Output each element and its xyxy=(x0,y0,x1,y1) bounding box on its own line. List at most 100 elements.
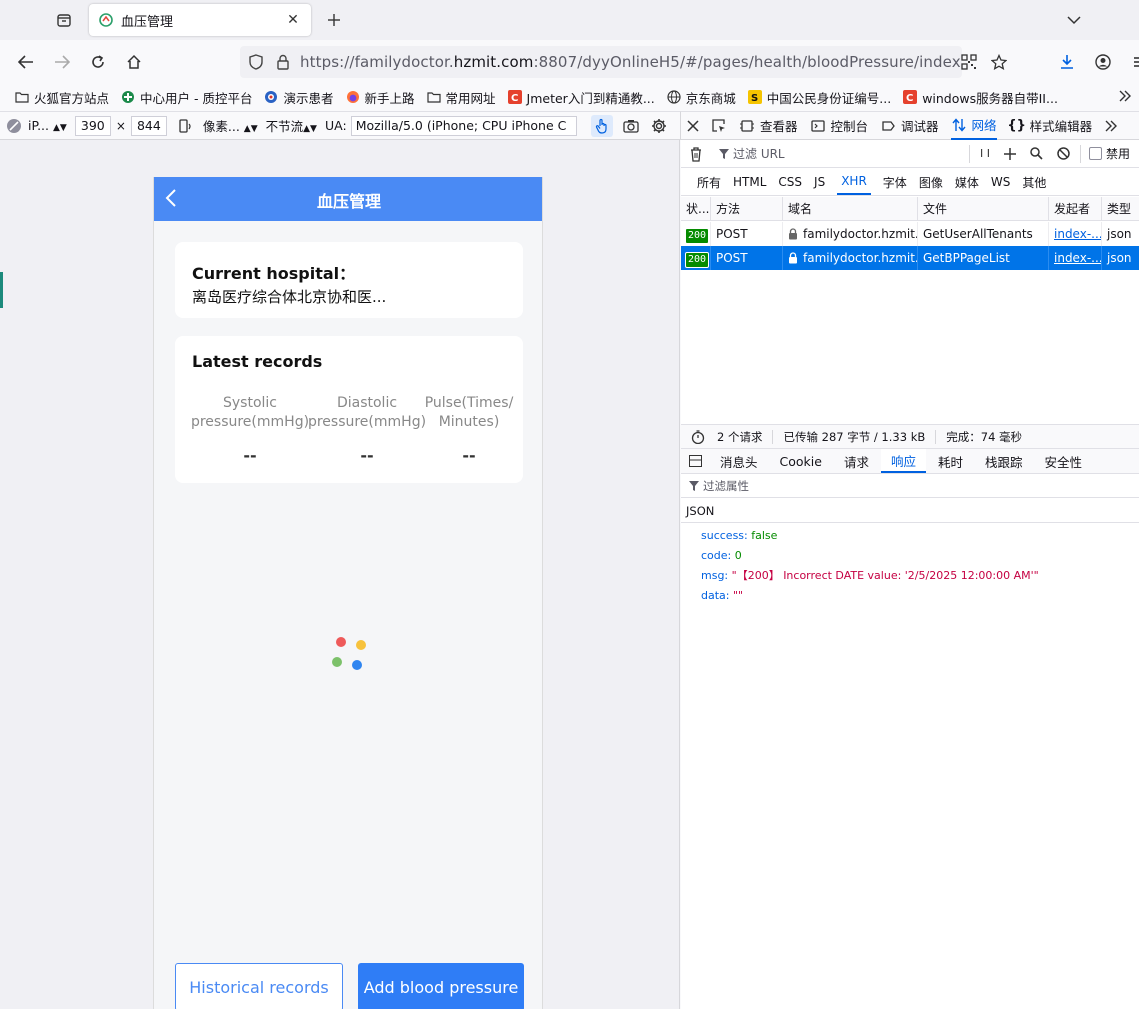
user-agent-input[interactable]: Mozilla/5.0 (iPhone; CPU iPhone C xyxy=(350,115,577,136)
reload-icon[interactable] xyxy=(86,50,110,74)
col-initiator[interactable]: 发起者 xyxy=(1049,197,1102,220)
property-filter-input[interactable]: 过滤属性 xyxy=(703,478,749,494)
finish-time: 完成：74 毫秒 xyxy=(946,429,1023,444)
tab-network[interactable]: 网络 xyxy=(950,112,997,140)
bookmark-item[interactable]: 火狐官方站点 xyxy=(14,88,109,107)
filter-url-input[interactable]: 过滤 URL xyxy=(733,145,969,162)
close-rdm-icon[interactable] xyxy=(6,118,22,134)
tab-headers[interactable]: 消息头 xyxy=(720,449,758,473)
new-tab-icon[interactable] xyxy=(322,8,346,32)
col-type[interactable]: 类型 xyxy=(1102,197,1139,220)
back-icon[interactable] xyxy=(14,50,38,74)
bookmarks-toolbar: 火狐官方站点 中心用户 - 质控平台 演示患者 新手上路 常用网址 C Jmete… xyxy=(0,83,1139,111)
inspector-icon xyxy=(739,118,755,134)
close-devtools-icon[interactable] xyxy=(687,119,699,132)
request-row-selected[interactable]: 200 POST familydoctor.hzmit.... GetBPPag… xyxy=(681,246,1139,270)
downloads-icon[interactable] xyxy=(1055,50,1079,74)
json-row[interactable]: success: false xyxy=(701,526,1039,546)
col-method[interactable]: 方法 xyxy=(711,197,783,220)
lock-icon[interactable] xyxy=(276,54,290,70)
bookmark-item[interactable]: 京东商城 xyxy=(666,88,736,107)
type-html[interactable]: HTML xyxy=(733,169,766,195)
initiator-link[interactable]: index-... xyxy=(1054,227,1101,241)
settings-gear-icon[interactable] xyxy=(651,118,667,134)
type-ws[interactable]: WS xyxy=(991,169,1010,195)
initiator-link[interactable]: index-... xyxy=(1054,251,1101,265)
json-row[interactable]: data: "" xyxy=(701,586,1039,606)
tab-inspector[interactable]: 查看器 xyxy=(739,112,798,140)
type-css[interactable]: CSS xyxy=(778,169,802,195)
bookmark-star-icon[interactable] xyxy=(990,54,1007,70)
tab-cookies[interactable]: Cookie xyxy=(780,449,822,473)
screenshot-icon[interactable] xyxy=(623,119,639,133)
dpr-select[interactable]: 像素... ▲▼ xyxy=(203,116,258,135)
more-tools-chevron-icon[interactable] xyxy=(1104,119,1118,133)
add-icon[interactable] xyxy=(1004,147,1016,160)
type-xhr[interactable]: XHR xyxy=(837,169,871,195)
viewport-height-input[interactable]: 844 xyxy=(130,115,167,136)
touch-simulation-icon[interactable] xyxy=(590,114,613,137)
bookmark-item[interactable]: Cwindows服务器自带II... xyxy=(902,88,1058,107)
bookmark-item[interactable]: 新手上路 xyxy=(345,88,415,107)
type-other[interactable]: 其他 xyxy=(1022,169,1046,195)
bookmark-item[interactable]: 常用网址 xyxy=(426,88,496,107)
tab-stack-trace[interactable]: 栈跟踪 xyxy=(985,449,1023,473)
request-row[interactable]: 200 POST familydoctor.hzmit.... GetUserA… xyxy=(681,222,1139,246)
clear-trash-icon[interactable] xyxy=(689,146,703,162)
tab-list-chevron-icon[interactable] xyxy=(1062,8,1086,32)
add-blood-pressure-button[interactable]: Add blood pressure xyxy=(358,963,524,1009)
account-icon[interactable] xyxy=(1091,50,1115,74)
type-js[interactable]: JS xyxy=(814,169,825,195)
tab-timings[interactable]: 耗时 xyxy=(938,449,963,473)
globe-icon xyxy=(666,89,682,105)
bookmark-item[interactable]: S 中国公民身份证编号... xyxy=(747,88,891,107)
bookmarks-overflow-icon[interactable] xyxy=(1118,89,1132,103)
pause-button[interactable]: I I xyxy=(980,147,990,160)
bookmark-item[interactable]: 中心用户 - 质控平台 xyxy=(120,88,252,107)
json-section-label[interactable]: JSON xyxy=(681,499,1139,523)
historical-records-button[interactable]: Historical records xyxy=(175,963,343,1009)
type-fonts[interactable]: 字体 xyxy=(883,169,907,195)
disable-cache-checkbox[interactable] xyxy=(1089,147,1102,160)
tab-response[interactable]: 响应 xyxy=(880,449,926,473)
json-row[interactable]: msg: "【200】 Incorrect DATE value: '2/5/2… xyxy=(701,566,1039,586)
tracking-shield-icon[interactable] xyxy=(248,54,264,70)
json-row[interactable]: code: 0 xyxy=(701,546,1039,566)
col-domain[interactable]: 域名 xyxy=(783,197,918,220)
type-all[interactable]: 所有 xyxy=(697,169,721,195)
property-filter[interactable]: 过滤属性 xyxy=(681,474,1139,498)
tab-close-icon[interactable]: ✕ xyxy=(285,12,301,28)
request-file: GetBPPageList xyxy=(918,246,1049,270)
col-file[interactable]: 文件 xyxy=(918,197,1049,220)
tab-debugger[interactable]: 调试器 xyxy=(880,112,939,140)
rotate-device-icon[interactable] xyxy=(177,118,193,134)
url-bar[interactable]: https://familydoctor.hzmit.com:8807/dyyO… xyxy=(240,46,1007,78)
tab-style-editor[interactable]: {} 样式编辑器 xyxy=(1007,112,1092,140)
url-text[interactable]: https://familydoctor.hzmit.com:8807/dyyO… xyxy=(300,53,961,71)
qr-code-icon[interactable] xyxy=(961,54,977,70)
forward-icon[interactable] xyxy=(50,50,74,74)
toggle-sidebar-icon[interactable] xyxy=(689,455,702,467)
stopwatch-icon[interactable] xyxy=(691,429,705,444)
block-icon[interactable] xyxy=(1057,147,1070,160)
col-status[interactable]: 状... xyxy=(681,197,711,220)
current-hospital-card[interactable]: Current hospital： 离岛医疗综合体北京协和医... xyxy=(175,242,523,318)
tab-security[interactable]: 安全性 xyxy=(1045,449,1083,473)
throttle-select[interactable]: 不节流▲▼ xyxy=(266,116,317,135)
bookmark-item[interactable]: C Jmeter入门到精通教... xyxy=(507,88,655,107)
overflow-menu-icon[interactable] xyxy=(1125,50,1139,74)
element-picker-icon[interactable] xyxy=(711,118,727,134)
type-images[interactable]: 图像 xyxy=(919,169,943,195)
type-media[interactable]: 媒体 xyxy=(955,169,979,195)
bookmark-item[interactable]: 演示患者 xyxy=(263,88,334,107)
search-icon[interactable] xyxy=(1030,147,1043,160)
back-chevron-icon[interactable] xyxy=(164,187,184,211)
tab-request[interactable]: 请求 xyxy=(844,449,869,473)
home-icon[interactable] xyxy=(122,50,146,74)
device-select[interactable]: iP... ▲▼ xyxy=(28,118,67,133)
ua-label: UA: xyxy=(324,118,347,133)
tab-overview-icon[interactable] xyxy=(52,8,76,32)
browser-tab[interactable]: 血压管理 ✕ xyxy=(89,4,311,36)
tab-console[interactable]: 控制台 xyxy=(810,112,868,140)
viewport-width-input[interactable]: 390 xyxy=(74,115,111,136)
